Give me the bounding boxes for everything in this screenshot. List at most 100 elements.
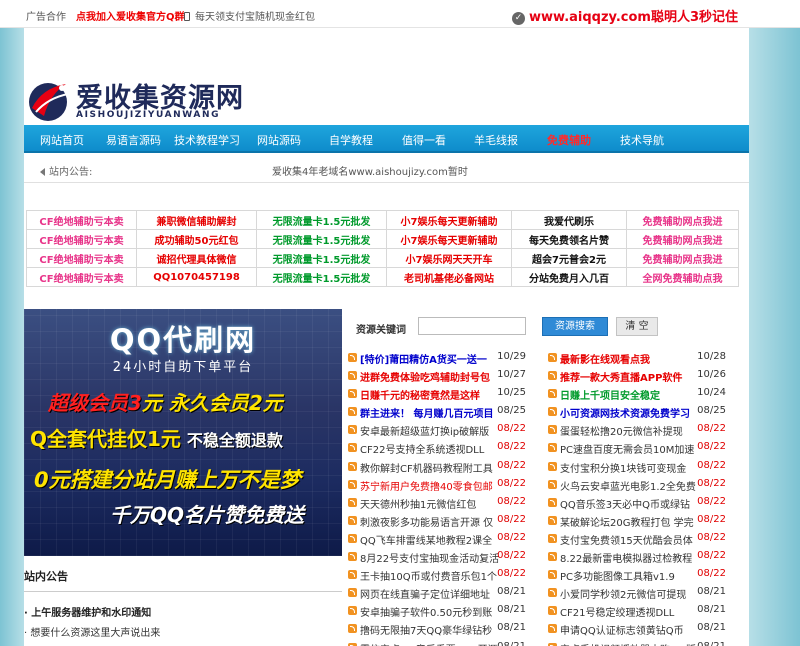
ad-link[interactable]: CF绝地辅助亏本卖 [26, 210, 137, 230]
nav-item-self-study[interactable]: 自学教程 [329, 132, 373, 148]
list-item-title[interactable]: 进群免费体验吃鸡辅助封号包 [360, 369, 506, 384]
list-item[interactable]: 王卡抽10Q币或付费音乐包1个 08/22 [348, 566, 544, 584]
list-item-title[interactable]: 8月22号支付宝抽现金活动复活 [360, 550, 506, 565]
list-item[interactable]: 安卓最新超级蓝灯换ip破解版 08/22 [348, 421, 544, 439]
list-item[interactable]: QQ飞车排雷线某地教程2课全 08/22 [348, 530, 544, 548]
nav-item-tech-tutorials[interactable]: 技术教程学习 [174, 132, 240, 148]
ad-link[interactable]: CF绝地辅助亏本卖 [26, 267, 137, 287]
list-item[interactable]: 申请QQ认证标志领黄钻Q币 08/21 [548, 620, 744, 638]
list-item-title[interactable]: PC速盘百度无需会员10M加速 [560, 441, 706, 456]
list-item[interactable]: 8.22最新雷电模拟器过检教程 08/22 [548, 548, 744, 566]
list-item[interactable]: 安卓抽骗子软件0.50元秒到账 08/21 [348, 602, 544, 620]
nav-item-website-source[interactable]: 网站源码 [257, 132, 301, 148]
list-item-title[interactable]: [特价]莆田精仿A货买一送一 [360, 351, 506, 366]
list-item[interactable]: 刺激夜影多功能易语言开源 仅 08/22 [348, 512, 544, 530]
ad-link[interactable]: QQ1070457198 [136, 267, 257, 287]
ad-link[interactable]: 小7娱乐网天天开车 [386, 248, 512, 268]
ad-link[interactable]: CF绝地辅助亏本卖 [26, 248, 137, 268]
ad-link[interactable]: 无限流量卡1.5元批发 [256, 267, 387, 287]
list-item[interactable]: 撸码无限抽7天QQ豪华绿钻秒 08/21 [348, 620, 544, 638]
list-item[interactable]: 推荐一款大秀直播APP软件 10/26 [548, 367, 744, 385]
list-item-title[interactable]: 安卓最新超级蓝灯换ip破解版 [360, 423, 506, 438]
list-item[interactable]: PC多功能图像工具箱v1.9 08/22 [548, 566, 744, 584]
list-item-title[interactable]: 霸信安卓QQ音乐重要IAPP开源 [360, 641, 506, 646]
list-item-title[interactable]: 群主进来！ 每月赚几百元项目 [360, 405, 506, 420]
list-item[interactable]: 小爱同学秒领2元微信可提现 08/21 [548, 584, 744, 602]
list-item-title[interactable]: 支付宝免费领15天优酷会员体 [560, 532, 706, 547]
ad-link[interactable]: 分站免费月入几百 [511, 267, 627, 287]
ad-link[interactable]: 无限流量卡1.5元批发 [256, 248, 387, 268]
list-item-title[interactable]: 8.22最新雷电模拟器过检教程 [560, 550, 706, 565]
list-item[interactable]: 进群免费体验吃鸡辅助封号包 10/27 [348, 367, 544, 385]
list-item[interactable]: 8月22号支付宝抽现金活动复活 08/22 [348, 548, 544, 566]
list-item-title[interactable]: 最新影在线观看点我 [560, 351, 706, 366]
list-item[interactable]: 安卓手机视频播放器内购VIP版08/21 [548, 639, 744, 646]
list-item-title[interactable]: 教你解封CF机器码教程附工具 [360, 460, 506, 475]
resource-search-button[interactable]: 资源搜索 [542, 317, 608, 336]
list-item-title[interactable]: 刺激夜影多功能易语言开源 仅 [360, 514, 506, 529]
nav-item-free-assist[interactable]: 免费辅助 [547, 132, 591, 148]
list-item-title[interactable]: 小爱同学秒领2元微信可提现 [560, 586, 706, 601]
list-item[interactable]: QQ音乐签3天必中Q币或绿钻 08/22 [548, 494, 744, 512]
notice-marquee-text[interactable]: 爱收集4年老域名www.aishoujizy.com暂时 [272, 163, 468, 178]
list-item[interactable]: 教你解封CF机器码教程附工具 08/22 [348, 458, 544, 476]
list-item-title[interactable]: 小可资源网技术资源免费学习 [560, 405, 706, 420]
list-item-title[interactable]: 蛋蛋轻松撸20元微信补提现 [560, 423, 706, 438]
ad-link[interactable]: 免费辅助网点我进 [626, 210, 739, 230]
ad-link[interactable]: 诚招代理具体微信 [136, 248, 257, 268]
nav-item-freebies[interactable]: 羊毛线报 [474, 132, 518, 148]
list-item[interactable]: CF22号支持全系统透视DLL 08/22 [348, 439, 544, 457]
list-item[interactable]: 某破解论坛20G教程打包 学完 08/22 [548, 512, 744, 530]
resource-keyword-input[interactable] [418, 317, 526, 335]
list-item[interactable]: [特价]莆田精仿A货买一送一 10/29 [348, 349, 544, 367]
list-item-title[interactable]: 苏宁新用户免费撸40零食包邮 [360, 478, 506, 493]
nav-item-worth-a-look[interactable]: 值得一看 [402, 132, 446, 148]
daily-redpacket-link[interactable]: 每天领支付宝随机现金红包 [184, 8, 315, 23]
list-item-title[interactable]: PC多功能图像工具箱v1.9 [560, 568, 706, 583]
ad-link[interactable]: CF绝地辅助亏本卖 [26, 229, 137, 249]
join-qq-group-link[interactable]: 点我加入爱收集官方Q群 [76, 8, 185, 23]
ad-link[interactable]: 超会7元普会2元 [511, 248, 627, 268]
list-item-title[interactable]: 日赚上千项目安全稳定 [560, 387, 706, 402]
nav-item-home[interactable]: 网站首页 [40, 132, 84, 148]
ad-link[interactable]: 全网免费辅助点我 [626, 267, 739, 287]
clear-search-button[interactable]: 清 空 [616, 317, 658, 336]
list-item-title[interactable]: 日赚千元的秘密竟然是这样 [360, 387, 506, 402]
list-item-title[interactable]: CF21号稳定绞理透视DLL [560, 604, 706, 619]
list-item[interactable]: 蛋蛋轻松撸20元微信补提现 08/22 [548, 421, 744, 439]
ad-link[interactable]: 免费辅助网点我进 [626, 248, 739, 268]
list-item-title[interactable]: 火鸟云安卓蓝光电影1.2全免费 [560, 478, 706, 493]
list-item-title[interactable]: QQ飞车排雷线某地教程2课全 [360, 532, 506, 547]
list-item-title[interactable]: 撸码无限抽7天QQ豪华绿钻秒 [360, 622, 506, 637]
announcement-item[interactable]: · 想要什么资源这里大声说出来 [24, 624, 342, 639]
promo-banner[interactable]: QQ代刷网 24小时自助下单平台 超级会员3元 永久会员2元 Q全套代挂仅1元不… [24, 309, 342, 556]
list-item[interactable]: 网页在线直骗子定位详细地址 08/21 [348, 584, 544, 602]
list-item[interactable]: 苏宁新用户免费撸40零食包邮 08/22 [348, 476, 544, 494]
list-item[interactable]: 霸信安卓QQ音乐重要IAPP开源08/21 [348, 639, 544, 646]
list-item[interactable]: CF21号稳定绞理透视DLL 08/21 [548, 602, 744, 620]
list-item-title[interactable]: 天天德州秒抽1元微信红包 [360, 496, 506, 511]
ad-link[interactable]: 兼职微信辅助解封 [136, 210, 257, 230]
ad-link[interactable]: 我爱代刷乐 [511, 210, 627, 230]
list-item[interactable]: 最新影在线观看点我 10/28 [548, 349, 744, 367]
list-item-title[interactable]: 申请QQ认证标志领黄钻Q币 [560, 622, 706, 637]
list-item[interactable]: 日赚千元的秘密竟然是这样 10/25 [348, 385, 544, 403]
ad-cooperation-link[interactable]: 广告合作 [26, 8, 66, 23]
list-item[interactable]: 支付宝积分换1块钱可变现金 08/22 [548, 458, 744, 476]
list-item[interactable]: 支付宝免费领15天优酷会员体 08/22 [548, 530, 744, 548]
site-logo[interactable]: 爱收集资源网 AISHOUJIZIYUANWANG [26, 78, 246, 122]
ad-link[interactable]: 每天免费领名片赞 [511, 229, 627, 249]
list-item[interactable]: 小可资源网技术资源免费学习 08/25 [548, 403, 744, 421]
list-item[interactable]: 火鸟云安卓蓝光电影1.2全免费 08/22 [548, 476, 744, 494]
nav-item-tech-navigation[interactable]: 技术导航 [620, 132, 664, 148]
ad-link[interactable]: 无限流量卡1.5元批发 [256, 229, 387, 249]
list-item[interactable]: PC速盘百度无需会员10M加速 08/22 [548, 439, 744, 457]
list-item-title[interactable]: 推荐一款大秀直播APP软件 [560, 369, 706, 384]
list-item-title[interactable]: 网页在线直骗子定位详细地址 [360, 586, 506, 601]
ad-link[interactable]: 小7娱乐每天更新辅助 [386, 210, 512, 230]
ad-link[interactable]: 免费辅助网点我进 [626, 229, 739, 249]
ad-link[interactable]: 成功辅助50元红包 [136, 229, 257, 249]
list-item[interactable]: 天天德州秒抽1元微信红包 08/22 [348, 494, 544, 512]
list-item-title[interactable]: 安卓抽骗子软件0.50元秒到账 [360, 604, 506, 619]
list-item-title[interactable]: CF22号支持全系统透视DLL [360, 441, 506, 456]
